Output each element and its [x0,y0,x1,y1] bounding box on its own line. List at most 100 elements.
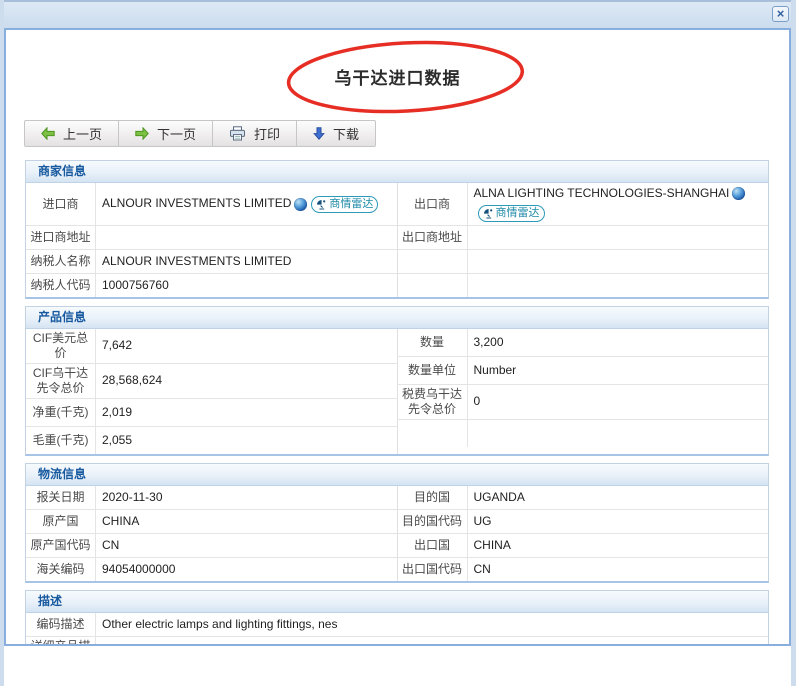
field-value-text: CHINA [102,514,139,530]
prev-page-label: 上一页 [63,124,102,143]
field-value-text: 2,019 [102,405,132,421]
field-value: 1000756760 [96,274,397,297]
close-icon[interactable]: × [772,6,789,22]
field-value: Number [468,357,769,384]
field-value [468,274,769,297]
field-value: UG [468,510,769,533]
globe-link-icon[interactable] [294,198,307,211]
next-page-label: 下一页 [157,124,196,143]
download-arrow-icon [313,127,325,140]
section-merchant: 商家信息进口商ALNOUR INVESTMENTS LIMITED商情雷达进口商… [25,160,769,299]
field-label: 毛重(千克) [26,427,96,454]
field-row: 出口国CHINA [398,533,769,557]
field-label: 详细产品描述 [26,637,96,646]
field-label: CIF美元总价 [26,329,96,363]
section-description: 描述编码描述Other electric lamps and lighting … [25,590,769,646]
field-row: 纳税人名称ALNOUR INVESTMENTS LIMITED [26,249,397,273]
field-row: 海关编码94054000000 [26,557,397,581]
radar-badge-label: 商情雷达 [329,197,373,211]
radar-badge[interactable]: 商情雷达 [478,205,545,222]
field-row [398,249,769,273]
dialog-content-panel: 乌干达进口数据 上一页 下一页 [4,28,791,646]
field-row: CIF美元总价 7,642 [26,329,397,363]
section-title: 物流信息 [26,464,768,486]
print-label: 打印 [254,124,280,143]
field-row: 纳税人代码 1000756760 [26,273,397,297]
field-label: 净重(千克) [26,399,96,426]
field-row: 毛重(千克) 2,055 [26,426,397,454]
field-label: 纳税人代码 [26,274,96,297]
field-value: LPDL-5A-Y- 2700K LED DOWN LIGHT LPDL-5A-… [96,637,768,646]
field-value-text: UG [474,514,492,530]
field-row: 进口商地址 [26,225,397,249]
field-label: 目的国 [398,486,468,509]
field-value [468,250,769,273]
field-row: CIF乌干达先令总价28,568,624 [26,363,397,398]
field-row [398,419,769,447]
section-column: 数量 3,200 数量单位Number税费乌干达先令总价0 [397,329,769,454]
globe-link-icon[interactable] [732,187,745,200]
field-value: CN [96,534,397,557]
field-value: 28,568,624 [96,364,397,398]
field-value-text: ALNA LIGHTING TECHNOLOGIES-SHANGHAI [474,186,730,202]
field-value: CHINA [468,534,769,557]
field-value [468,226,769,249]
field-value: 0 [468,385,769,419]
field-label: 进口商 [26,183,96,225]
field-value: 7,642 [96,329,397,363]
printer-icon [229,126,246,141]
field-label: 原产国 [26,510,96,533]
field-label: 出口商地址 [398,226,468,249]
field-label: 出口国代码 [398,558,468,581]
field-row: 原产国代码CN [26,533,397,557]
page-title: 乌干达进口数据 [6,64,789,89]
section-column: 编码描述Other electric lamps and lighting fi… [26,613,768,646]
field-value-text: 7,642 [102,338,132,354]
field-label: 出口商 [398,183,468,225]
section-column: 报关日期 2020-11-30 原产国 CHINA 原产国代码CN海关编码9405400… [26,486,397,581]
section-body: 编码描述Other electric lamps and lighting fi… [26,613,768,646]
section-column: 出口商 ALNA LIGHTING TECHNOLOGIES-SHANGHAI 商情… [397,183,769,297]
field-row: 编码描述Other electric lamps and lighting fi… [26,613,768,636]
field-row: 详细产品描述LPDL-5A-Y- 2700K LED DOWN LIGHT LP… [26,636,768,646]
field-value-text: Other electric lamps and lighting fittin… [102,617,337,633]
field-row: 净重(千克) 2,019 [26,398,397,426]
field-label: 税费乌干达先令总价 [398,385,468,419]
field-value: CHINA [96,510,397,533]
field-value-text: 1000756760 [102,278,169,294]
field-row: 数量 3,200 [398,329,769,356]
prev-page-button[interactable]: 上一页 [24,120,119,147]
field-value: ALNOUR INVESTMENTS LIMITED商情雷达 [96,183,397,225]
section-body: CIF美元总价 7,642 CIF乌干达先令总价28,568,624净重(千克) 2,… [26,329,768,454]
field-value-text: 2,055 [102,433,132,449]
next-page-button[interactable]: 下一页 [118,120,213,147]
field-value-text: 3,200 [474,335,504,351]
toolbar: 上一页 下一页 打印 [24,120,376,147]
field-value [468,420,769,447]
arrow-right-icon [135,127,149,140]
section-column: 目的国UGANDA目的国代码UG出口国CHINA出口国代码CN [397,486,769,581]
field-row: 进口商ALNOUR INVESTMENTS LIMITED商情雷达 [26,183,397,225]
download-label: 下载 [333,124,359,143]
radar-badge[interactable]: 商情雷达 [311,196,378,213]
field-value: 3,200 [468,329,769,356]
satellite-dish-icon [316,199,327,210]
field-value-text: UGANDA [474,490,525,506]
field-label: CIF乌干达先令总价 [26,364,96,398]
field-label: 报关日期 [26,486,96,509]
field-row: 出口商地址 [398,225,769,249]
dialog-titlebar [0,0,796,28]
field-label: 数量单位 [398,357,468,384]
field-label: 数量 [398,329,468,356]
field-label [398,420,468,447]
field-value-text: 2020-11-30 [102,490,163,506]
field-row: 目的国 UGANDA [398,486,769,509]
field-label [398,274,468,297]
field-value [96,226,397,249]
download-button[interactable]: 下载 [296,120,376,147]
section-title: 产品信息 [26,307,768,329]
field-value: 94054000000 [96,558,397,581]
print-button[interactable]: 打印 [212,120,297,147]
section-product: 产品信息CIF美元总价 7,642 CIF乌干达先令总价28,568,624净重(千… [25,306,769,456]
section-title: 商家信息 [26,161,768,183]
